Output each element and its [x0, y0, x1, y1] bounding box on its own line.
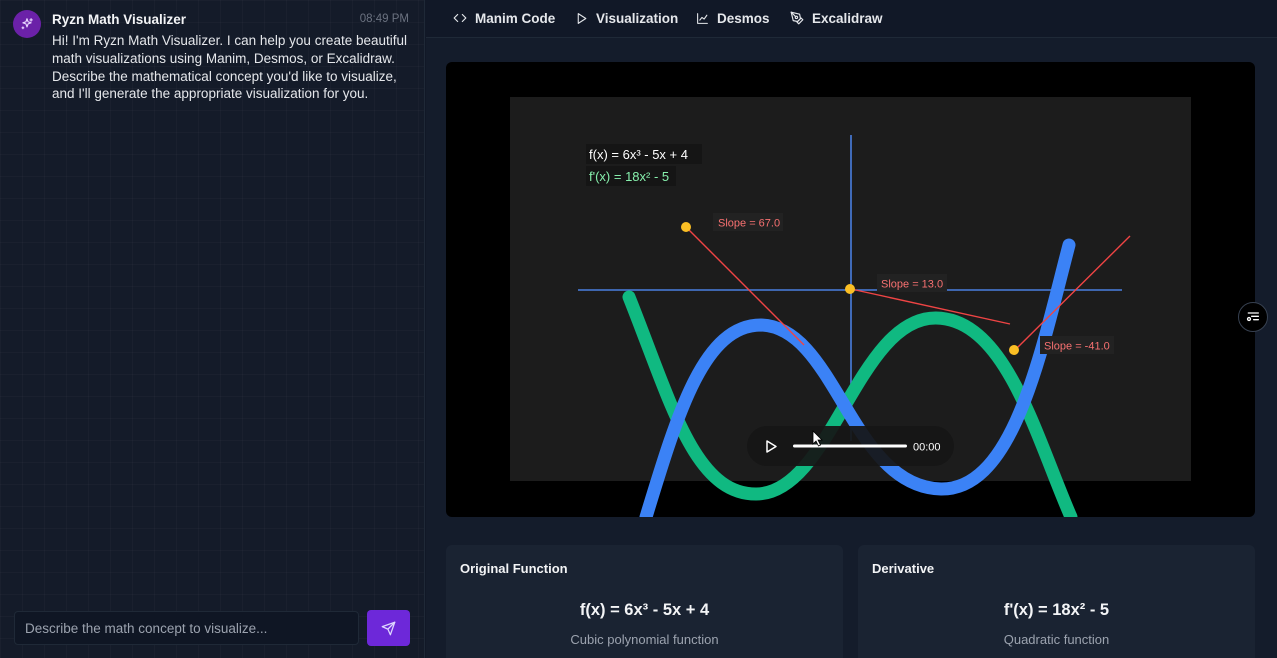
tab-excalidraw[interactable]: Excalidraw	[790, 0, 883, 36]
chat-input-row	[14, 610, 410, 646]
send-icon	[381, 621, 396, 635]
tangent-point	[1009, 345, 1019, 355]
tab-desmos[interactable]: Desmos	[696, 0, 770, 36]
slope-label: Slope = 67.0	[718, 218, 780, 230]
derivative-card: Derivative f'(x) = 18x² - 5 Quadratic fu…	[858, 545, 1255, 658]
message-timestamp: 08:49 PM	[359, 13, 409, 25]
video-player[interactable]: f(x) = 6x³ - 5x + 4 f'(x) = 18x² - 5 Slo…	[446, 62, 1255, 517]
slope-label: Slope = 13.0	[881, 279, 943, 291]
legend-derivative: f'(x) = 18x² - 5	[589, 169, 669, 184]
slope-label: Slope = -41.0	[1044, 341, 1110, 353]
tab-label: Visualization	[596, 10, 679, 26]
legend-function: f(x) = 6x³ - 5x + 4	[589, 147, 688, 162]
card-formula: f(x) = 6x³ - 5x + 4	[579, 601, 710, 619]
visualization-panel: Manim Code Visualization Desmos Excalidr…	[426, 0, 1277, 658]
card-title: Derivative	[872, 561, 935, 576]
chat-panel: Ryzn Math Visualizer 08:49 PM Hi! I'm Ry…	[0, 0, 425, 658]
bot-name: Ryzn Math Visualizer	[52, 12, 187, 27]
card-description: Quadratic function	[1003, 632, 1110, 647]
tab-label: Manim Code	[475, 10, 556, 26]
line-chart-icon	[697, 12, 708, 24]
tab-visualization[interactable]: Visualization	[575, 0, 678, 36]
progress-track[interactable]	[793, 444, 907, 448]
avatar	[13, 10, 41, 38]
card-description: Cubic polynomial function	[570, 632, 719, 647]
video-controls: 00:00	[747, 426, 954, 466]
send-button[interactable]	[367, 610, 410, 646]
card-formula: f'(x) = 18x² - 5	[1003, 601, 1110, 619]
captions-button[interactable]	[1238, 302, 1268, 332]
manim-scene: f(x) = 6x³ - 5x + 4 f'(x) = 18x² - 5 Slo…	[510, 97, 1191, 517]
message-text: Hi! I'm Ryzn Math Visualizer. I can help…	[52, 33, 408, 102]
play-icon	[577, 12, 587, 24]
card-title: Original Function	[460, 561, 568, 576]
video-time: 00:00	[913, 442, 941, 454]
code-icon	[453, 13, 467, 23]
tab-label: Desmos	[717, 10, 770, 26]
tab-bar: Manim Code Visualization Desmos Excalidr…	[426, 0, 1277, 38]
original-function-card: Original Function f(x) = 6x³ - 5x + 4 Cu…	[446, 545, 843, 658]
tangent-point	[845, 284, 855, 294]
sparkle-icon	[21, 18, 33, 30]
tab-manim-code[interactable]: Manim Code	[453, 0, 555, 36]
chat-input[interactable]	[14, 611, 359, 645]
play-button[interactable]	[756, 433, 784, 459]
tangent-point	[681, 222, 691, 232]
pen-tool-icon	[790, 11, 804, 25]
tab-label: Excalidraw	[812, 10, 883, 26]
captions-list-icon	[1246, 312, 1259, 322]
